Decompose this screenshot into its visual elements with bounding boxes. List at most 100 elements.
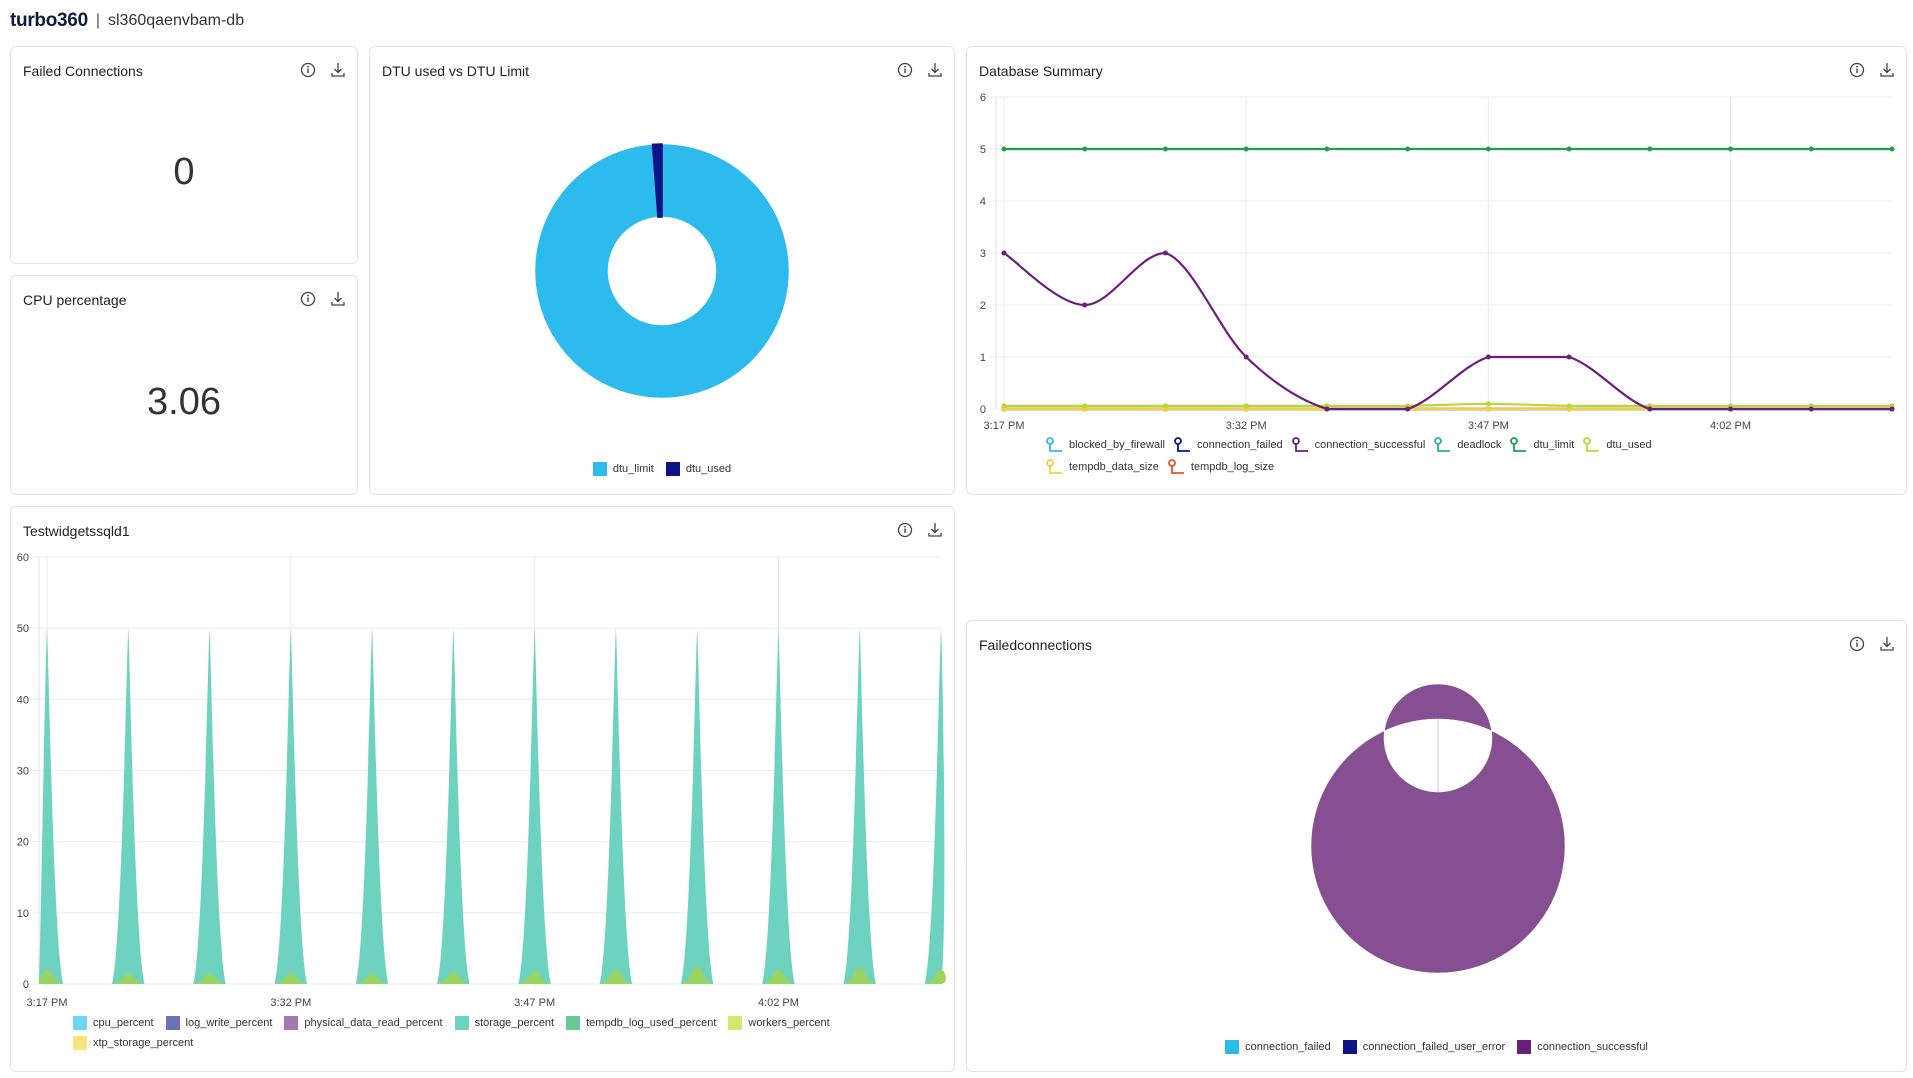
legend-item-physical_data_read_percent[interactable]: physical_data_read_percent <box>284 1016 443 1030</box>
legend-swatch <box>73 1016 87 1030</box>
failed-connections-panel: Failed Connections 0 <box>10 46 358 264</box>
legend-label: log_write_percent <box>185 1017 273 1029</box>
legend-line-marker-icon <box>1046 459 1062 474</box>
legend-label: dtu_limit <box>612 463 654 475</box>
legend-item-deadlock[interactable]: deadlock <box>1433 437 1501 453</box>
legend-item-dtu_limit[interactable]: dtu_limit <box>592 462 654 476</box>
area-storage_percent <box>437 628 470 984</box>
legend-item-workers_percent[interactable]: workers_percent <box>728 1016 830 1030</box>
chart-legend: dtu_limit dtu_used <box>370 462 954 476</box>
legend-item-tempdb_data_size[interactable]: tempdb_data_size <box>1045 459 1159 475</box>
data-point-connection_successful <box>1243 354 1249 360</box>
legend-item-storage_percent[interactable]: storage_percent <box>454 1016 554 1030</box>
chart-legend: blocked_by_firewall connection_failed conn… <box>1045 437 1685 475</box>
legend-label: cpu_percent <box>93 1017 154 1029</box>
data-point-dtu_limit <box>1405 146 1411 152</box>
data-point-connection_successful <box>1808 406 1814 412</box>
legend-item-connection_failed_user_error[interactable]: connection_failed_user_error <box>1342 1040 1505 1054</box>
legend-item-connection_failed[interactable]: connection_failed <box>1225 1040 1331 1054</box>
x-tick-label: 3:47 PM <box>514 997 555 1009</box>
legend-item-blocked_by_firewall[interactable]: blocked_by_firewall <box>1045 437 1165 453</box>
area-storage_percent <box>112 628 145 984</box>
data-point-connection_successful <box>1728 406 1734 412</box>
info-icon[interactable] <box>299 61 317 79</box>
legend-label: dtu_limit <box>1533 439 1575 451</box>
legend-item-dtu_used[interactable]: dtu_used <box>1582 437 1652 453</box>
data-point-connection_successful <box>1082 302 1088 308</box>
area-storage_percent <box>518 628 551 984</box>
y-tick-label: 20 <box>17 837 29 849</box>
legend-label: dtu_used <box>1606 439 1652 451</box>
y-tick-label: 30 <box>17 766 29 778</box>
data-point-dtu_limit <box>1082 146 1088 152</box>
resource-name: sl360qaenvbam-db <box>108 12 245 29</box>
legend-line-marker-icon <box>1168 459 1184 474</box>
legend-item-dtu_limit[interactable]: dtu_limit <box>1509 437 1574 453</box>
dtu-donut-chart <box>534 143 790 399</box>
legend-line-marker-icon <box>1046 437 1062 452</box>
legend-swatch <box>165 1016 180 1030</box>
area-storage_percent <box>355 628 389 984</box>
legend-label: xtp_storage_percent <box>93 1037 194 1049</box>
x-tick-label: 3:17 PM <box>27 997 68 1009</box>
panel-title: CPU percentage <box>23 292 127 308</box>
data-point-connection_successful <box>1162 250 1168 256</box>
data-point-connection_successful <box>1405 406 1411 412</box>
info-icon[interactable] <box>299 290 317 308</box>
legend-item-cpu_percent[interactable]: cpu_percent <box>73 1016 154 1030</box>
failed-connections-value: 0 <box>173 151 195 193</box>
legend-label: tempdb_data_size <box>1069 461 1159 473</box>
legend-item-connection_failed[interactable]: connection_failed <box>1173 437 1283 453</box>
panel-title: Failed Connections <box>23 63 143 79</box>
data-point-dtu_used <box>1082 403 1088 409</box>
legend-swatch <box>665 462 680 476</box>
legend-item-connection_successful[interactable]: connection_successful <box>1291 437 1426 453</box>
data-point-connection_successful <box>1324 406 1330 412</box>
legend-label: blocked_by_firewall <box>1069 439 1165 451</box>
legend-label: connection_successful <box>1314 439 1426 451</box>
failedconnections-donut-chart <box>1310 683 1566 974</box>
area-storage_percent <box>193 628 226 984</box>
legend-label: dtu_used <box>685 463 732 475</box>
y-tick-label: 0 <box>980 404 986 416</box>
chart-legend: cpu_percent log_write_percent physical_dat… <box>73 1016 913 1050</box>
app-header: turbo360 | sl360qaenvbam-db <box>10 8 244 34</box>
data-point-dtu_used <box>1243 403 1249 409</box>
legend-item-tempdb_log_used_percent[interactable]: tempdb_log_used_percent <box>566 1016 716 1030</box>
x-tick-label: 4:02 PM <box>1710 420 1751 432</box>
area-storage_percent <box>924 628 945 984</box>
legend-item-log_write_percent[interactable]: log_write_percent <box>165 1016 273 1030</box>
area-storage_percent <box>762 628 795 984</box>
data-point-connection_successful <box>1566 354 1572 360</box>
download-icon[interactable] <box>329 61 347 79</box>
legend-label: workers_percent <box>748 1017 830 1029</box>
legend-label: connection_failed <box>1245 1041 1331 1053</box>
data-point-dtu_limit <box>1001 146 1007 152</box>
data-point-connection_successful <box>1485 354 1491 360</box>
brand-logo[interactable]: turbo360 <box>10 10 88 32</box>
area-storage_percent <box>274 628 308 984</box>
download-icon[interactable] <box>329 290 347 308</box>
legend-item-dtu_used[interactable]: dtu_used <box>665 462 732 476</box>
legend-item-tempdb_log_size[interactable]: tempdb_log_size <box>1167 459 1274 475</box>
series-line-dtu_used <box>1003 402 1892 407</box>
area-storage_percent <box>599 628 633 984</box>
legend-label: physical_data_read_percent <box>304 1017 443 1029</box>
legend-label: deadlock <box>1457 439 1502 451</box>
legend-item-connection_successful[interactable]: connection_successful <box>1517 1040 1648 1054</box>
data-point-dtu_used <box>1485 401 1491 407</box>
legend-swatch <box>284 1016 299 1030</box>
legend-swatch <box>566 1016 581 1030</box>
legend-line-marker-icon <box>1174 437 1190 452</box>
cpu-percentage-panel: CPU percentage 3.06 <box>10 275 358 495</box>
legend-item-xtp_storage_percent[interactable]: xtp_storage_percent <box>73 1036 193 1050</box>
data-point-dtu_used <box>1001 403 1007 409</box>
y-tick-label: 6 <box>980 92 986 104</box>
y-tick-label: 10 <box>17 908 29 920</box>
data-point-dtu_limit <box>1808 146 1814 152</box>
data-point-connection_successful <box>1001 250 1007 256</box>
y-tick-label: 1 <box>980 352 986 364</box>
legend-swatch <box>592 462 607 476</box>
panel-actions <box>299 61 347 79</box>
area-storage_percent <box>843 628 876 984</box>
